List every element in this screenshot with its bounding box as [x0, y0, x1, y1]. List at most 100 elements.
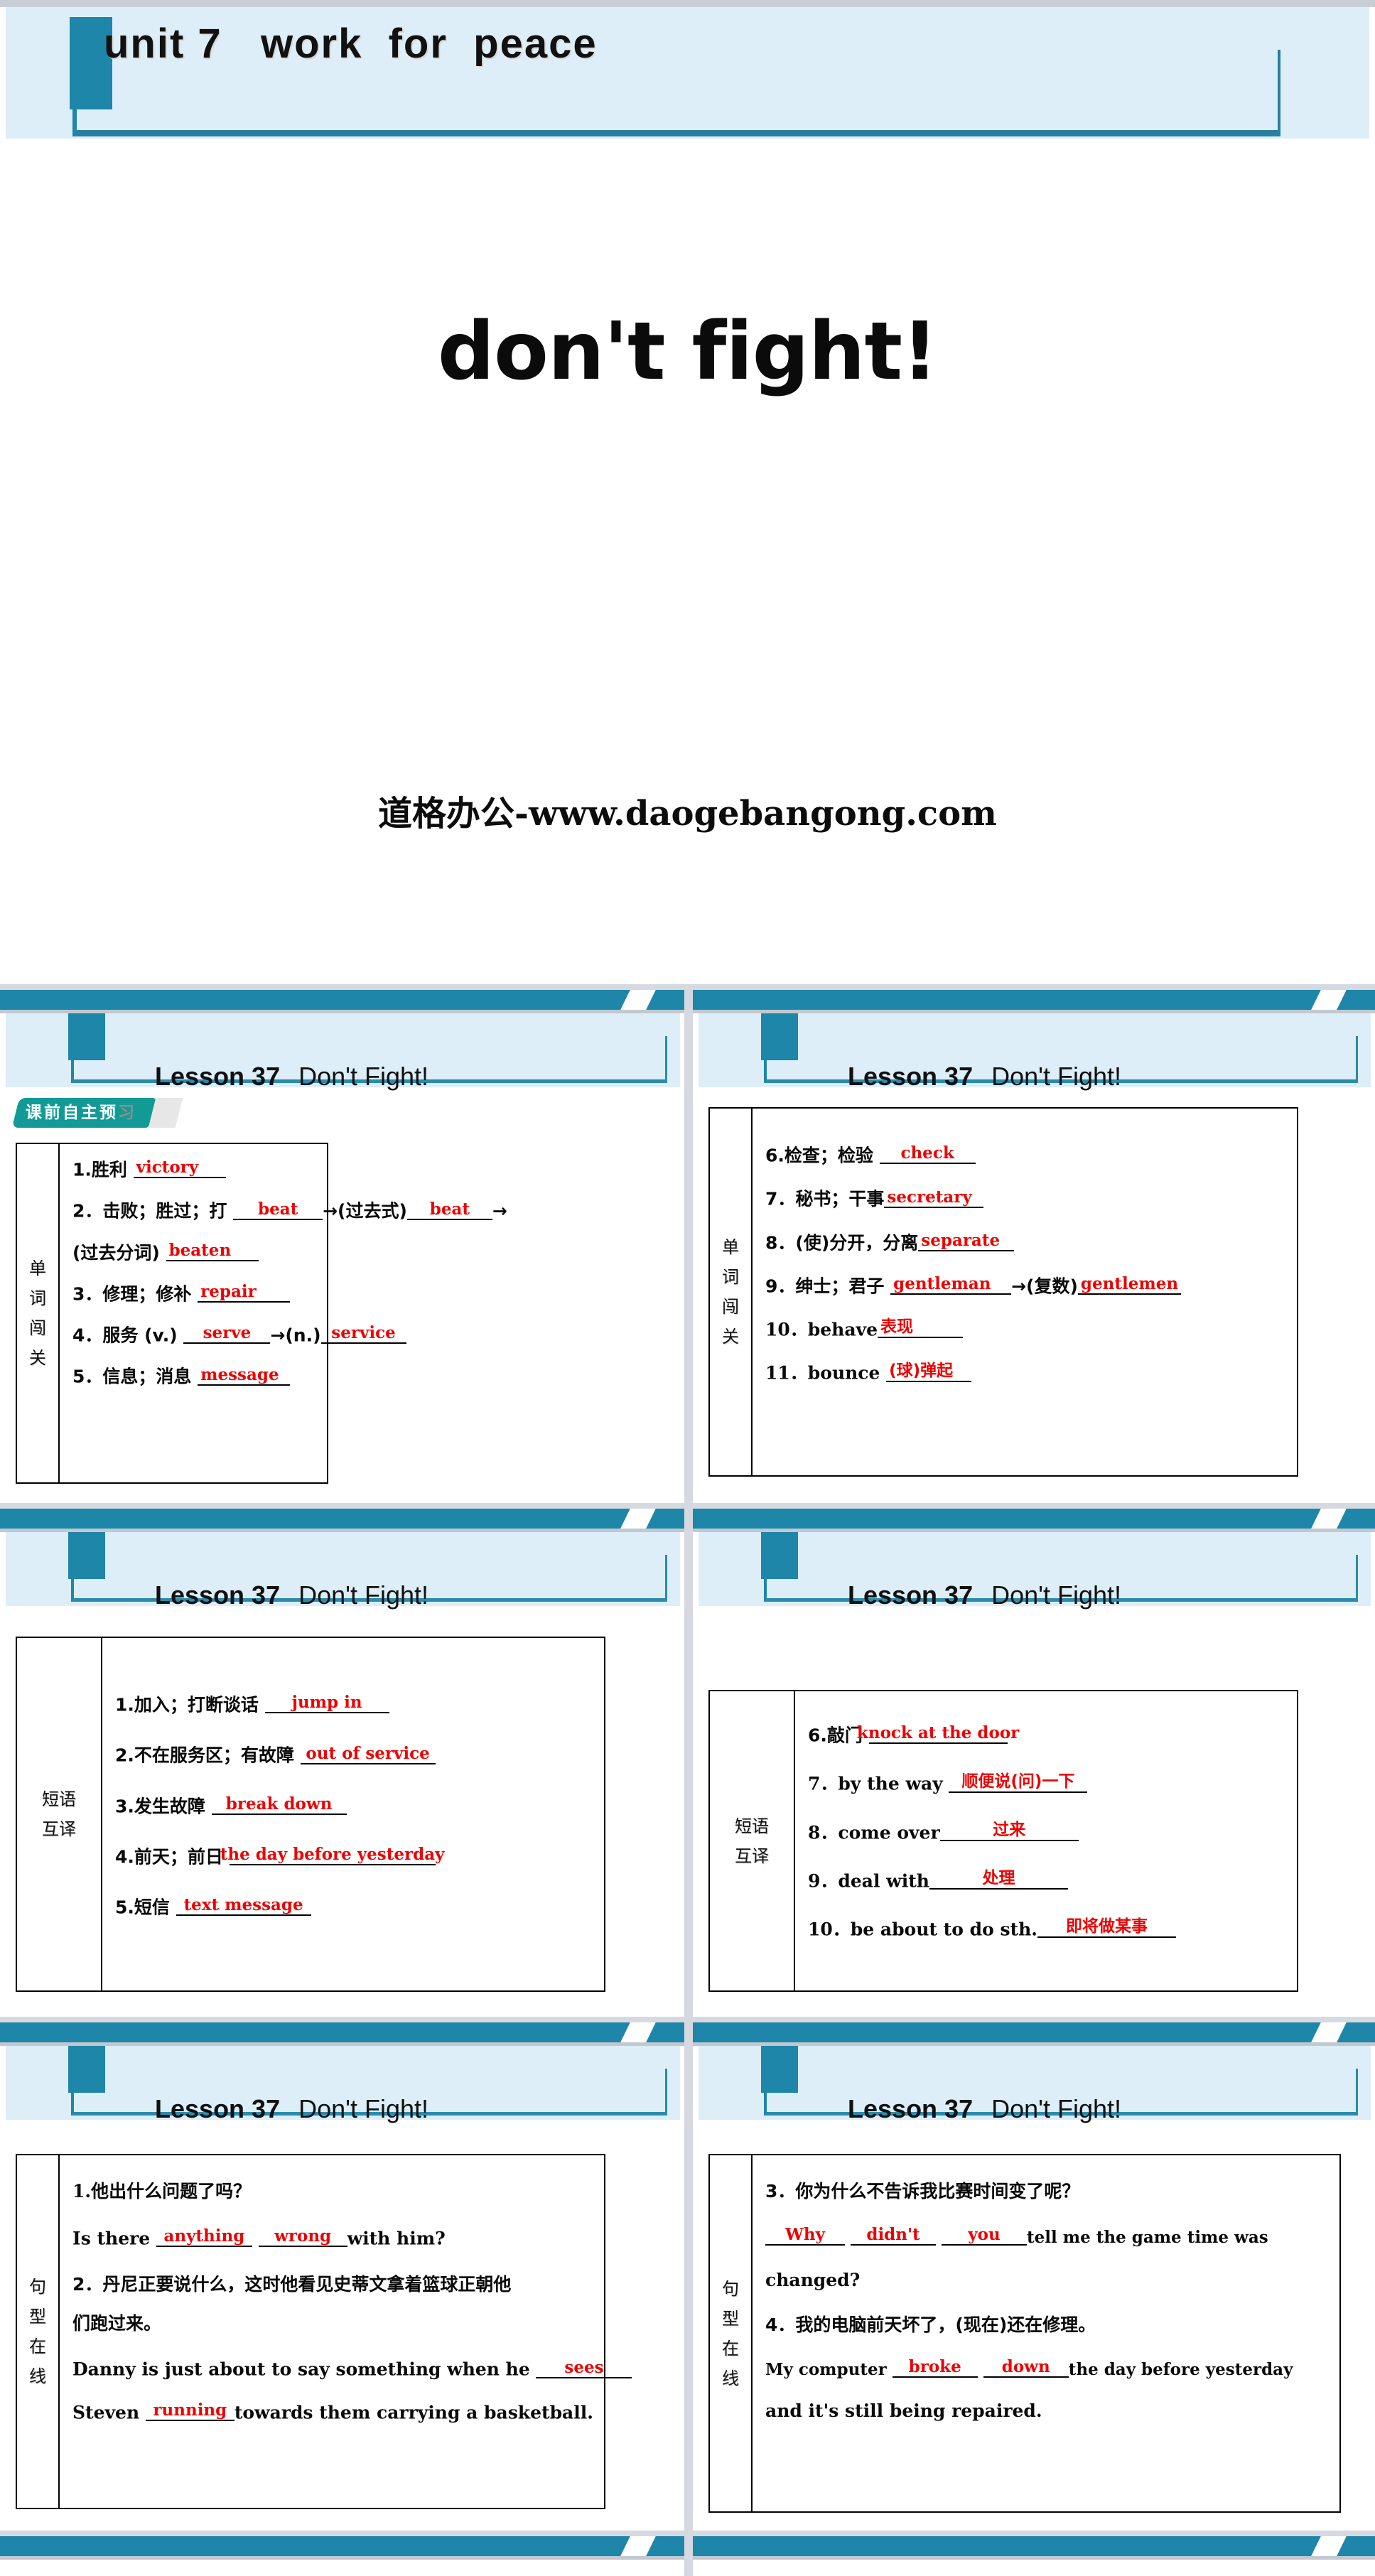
- word-row-10-answer: 表现: [880, 1317, 913, 1337]
- phrase-row-4-label: 4.前天；前日: [115, 1846, 230, 1867]
- phrase-row-8: 8．come over 过来: [808, 1820, 1287, 1841]
- word-row-1-label: 1.胜利: [72, 1159, 134, 1180]
- panel-next-right: [693, 2536, 1375, 2576]
- phrase-row-2-label: 2.不在服务区；有故障: [115, 1745, 301, 1766]
- phrase-row-5-blank[interactable]: text message: [176, 1897, 311, 1917]
- panel-sentences-1: Lesson 37 Don't Fight! 句型在线 1.他出什么问题了吗？ I…: [0, 2022, 684, 2531]
- word-row-6-label: 5．信息；消息: [72, 1366, 198, 1387]
- table-body: 1.加入；打断谈话 jump in 2.不在服务区；有故障 out of ser…: [102, 1638, 604, 1990]
- word-row-9-blank-1[interactable]: gentleman: [890, 1274, 1012, 1295]
- lesson-number: Lesson 37: [848, 1062, 974, 1091]
- lesson-title: Don't Fight!: [991, 2094, 1122, 2123]
- phrase-row-9: 9．deal with 处理: [808, 1869, 1287, 1891]
- sentence2-line-5-blank-2[interactable]: down: [983, 2359, 1069, 2378]
- table-side-label: 短语 互译: [710, 1691, 795, 1990]
- lesson-header-text: Lesson 37 Don't Fight!: [791, 2047, 1121, 2123]
- word-row-7: 7．秘书；干事 secretary: [765, 1189, 1287, 1208]
- sentence-line-5-prefix: Danny is just about to say something whe…: [72, 2359, 536, 2380]
- word-row-9-blank-2[interactable]: gentlemen: [1077, 1274, 1181, 1295]
- word-row-5-mid: →(n.): [270, 1325, 321, 1346]
- phrase-row-8-blank[interactable]: 过来: [939, 1820, 1079, 1841]
- word-row-3-label: (过去分词): [72, 1241, 166, 1263]
- sentence2-line-5-answer-1: broke: [908, 2357, 961, 2377]
- sentence2-line-4: 4．我的电脑前天坏了，(现在)还在修理。: [765, 2314, 1096, 2336]
- word-row-9-answer-1: gentleman: [893, 1274, 991, 1293]
- word-row-2: 2．击败；胜过；打 beat →(过去式) beat →: [72, 1200, 507, 1222]
- word-row-5-label: 4．服务 (v.): [72, 1325, 184, 1346]
- sentence-line-5-answer: sees: [564, 2357, 604, 2377]
- phrase-row-4-blank[interactable]: the day before yesterday: [220, 1846, 444, 1865]
- phrase-row-10-answer: 即将做某事: [1065, 1917, 1148, 1936]
- word-row-2-blank-1[interactable]: beat: [233, 1201, 323, 1220]
- word-row-3-answer: beaten: [168, 1240, 232, 1260]
- sentence2-line-2-answer-3: you: [968, 2225, 1001, 2245]
- panel-words-1: Lesson 37 Don't Fight! 课前自主预习 单词闯关 1.胜利 v…: [0, 990, 684, 1503]
- sentence2-line-2-blank-1[interactable]: Why: [765, 2225, 845, 2246]
- lesson-number: Lesson 37: [155, 1580, 281, 1610]
- sentence-line-6-suffix: towards them carrying a basketball.: [234, 2401, 593, 2423]
- lesson-header: Lesson 37 Don't Fight!: [6, 2046, 680, 2123]
- panel-phrases-2: Lesson 37 Don't Fight! 短语 互译 6.敲门 knock at…: [693, 1509, 1375, 2017]
- sentence2-line-2-blank-3[interactable]: you: [942, 2225, 1028, 2246]
- word-row-4-blank[interactable]: repair: [198, 1283, 291, 1303]
- sentence2-line-5: My computer broke down the day before yes…: [765, 2357, 1330, 2378]
- word-row-10: 10．behave 表现: [765, 1317, 1287, 1339]
- word-row-2-suffix: →: [492, 1200, 507, 1222]
- row-gutter-bottom: [0, 2017, 1375, 2022]
- sentence2-line-2-answer-1: Why: [785, 2225, 825, 2245]
- phrase-row-9-answer: 处理: [982, 1869, 1015, 1887]
- cover-header-band: unit 7 work for peace: [6, 7, 1369, 139]
- table-body: 1.胜利 victory 2．击败；胜过；打 beat →(过去式) beat → (…: [60, 1144, 517, 1482]
- phrase-row-3-blank[interactable]: break down: [211, 1796, 347, 1815]
- phrase-row-10-blank[interactable]: 即将做某事: [1037, 1917, 1176, 1939]
- lesson-header-text: Lesson 37 Don't Fight!: [98, 1534, 428, 1610]
- word-row-6-blank[interactable]: message: [198, 1364, 291, 1386]
- word-row-10-blank[interactable]: 表现: [877, 1317, 963, 1339]
- word-row-9-mid: →(复数): [1011, 1276, 1078, 1296]
- word-row-4-label: 3．修理；修补: [72, 1283, 198, 1304]
- word-row-11: 11．bounce (球)弹起: [765, 1361, 1287, 1382]
- phrase-row-9-blank[interactable]: 处理: [929, 1869, 1068, 1890]
- word-row-11-blank[interactable]: (球)弹起: [886, 1361, 972, 1382]
- sentence-line-6: Steven running towards them carrying a ba…: [72, 2400, 632, 2423]
- word-row-6-answer: message: [200, 1364, 279, 1384]
- phrase-row-2-blank[interactable]: out of service: [300, 1745, 436, 1764]
- sentence-line-2-blank-2[interactable]: wrong: [258, 2228, 347, 2248]
- sentence2-line-2-blank-2[interactable]: didn't: [851, 2226, 937, 2246]
- phrase-row-9-label: 9．deal with: [808, 1870, 929, 1891]
- word-row-1-blank[interactable]: victory: [133, 1159, 226, 1179]
- phrase-row-6-blank[interactable]: knock at the door: [857, 1725, 1019, 1745]
- phrase-row-8-answer: 过来: [993, 1820, 1026, 1839]
- panel-top-band: [693, 2022, 1375, 2042]
- word-row-9-label: 9．绅士；君子: [765, 1276, 891, 1296]
- cover-watermark: 道格办公-www.daogebangong.com: [378, 794, 997, 834]
- phrase-row-3-label: 3.发生故障: [115, 1795, 212, 1816]
- sentence-line-6-answer: running: [153, 2400, 227, 2420]
- sentence-line-4: 们跑过来。: [72, 2313, 162, 2334]
- word-row-7-blank[interactable]: secretary: [884, 1189, 984, 1208]
- word-row-9-answer-2: gentlemen: [1080, 1274, 1179, 1293]
- word-row-8: 8．(使)分开，分离 separate: [765, 1232, 1287, 1251]
- panel-top-band: [0, 2022, 684, 2042]
- phrase-row-2: 2.不在服务区；有故障 out of service: [115, 1745, 594, 1764]
- sentence2-line-3: changed?: [765, 2270, 861, 2291]
- word-row-11-answer: (球)弹起: [889, 1361, 954, 1380]
- word-row-5-blank-2[interactable]: service: [320, 1325, 406, 1344]
- sentence-line-5-blank[interactable]: sees: [536, 2359, 632, 2378]
- phrase-row-1-blank[interactable]: jump in: [264, 1694, 389, 1714]
- sentences-table-2: 句型在线 3．你为什么不告诉我比赛时间变了呢？ Why didn't you te…: [708, 2154, 1341, 2513]
- phrase-row-7-blank[interactable]: 顺便说(问)一下: [949, 1773, 1088, 1793]
- word-row-2-blank-2[interactable]: beat: [406, 1201, 492, 1220]
- word-row-8-blank[interactable]: separate: [918, 1232, 1015, 1251]
- lesson-header: Lesson 37 Don't Fight!: [699, 1532, 1371, 1610]
- word-row-2-label: 2．击败；胜过；打: [72, 1200, 234, 1222]
- sentence-line-6-blank[interactable]: running: [145, 2400, 234, 2421]
- sentence-line-2-blank-1[interactable]: anything: [156, 2228, 252, 2248]
- phrase-row-4-answer: the day before yesterday: [220, 1845, 445, 1864]
- word-row-4: 3．修理；修补 repair: [72, 1283, 507, 1304]
- word-row-6b-blank[interactable]: check: [879, 1145, 976, 1165]
- sentence2-line-5-blank-1[interactable]: broke: [892, 2357, 978, 2378]
- row-gutter-middle: [0, 1503, 1375, 1509]
- word-row-3-blank[interactable]: beaten: [166, 1240, 259, 1261]
- word-row-5-blank-1[interactable]: serve: [183, 1325, 271, 1344]
